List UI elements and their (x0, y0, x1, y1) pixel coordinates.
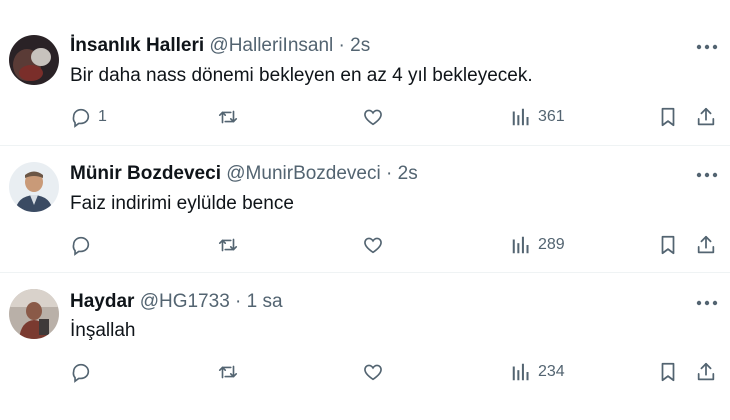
user-handle[interactable]: @MunirBozdeveci (226, 163, 380, 184)
views-icon (510, 106, 532, 128)
user-handle[interactable]: @HG1733 (140, 291, 230, 312)
views-count: 234 (538, 363, 565, 380)
views-icon (510, 361, 532, 383)
tweet[interactable]: Münir Bozdeveci @MunirBozdeveci · 2s Fai… (0, 146, 730, 272)
tweet-text: Faiz indirimi eylülde bence (70, 193, 294, 214)
tweet-header: Münir Bozdeveci @MunirBozdeveci · 2s (70, 163, 418, 185)
share-icon (695, 106, 717, 128)
display-name[interactable]: İnsanlık Halleri (70, 35, 204, 56)
more-icon[interactable] (694, 292, 720, 314)
reply-button[interactable] (70, 359, 98, 385)
reply-button[interactable] (70, 232, 98, 258)
share-button[interactable] (695, 359, 717, 385)
like-icon (362, 106, 384, 128)
reply-icon (70, 106, 92, 128)
tweet-actions: 234 (0, 359, 730, 385)
bookmark-icon (657, 106, 679, 128)
reply-icon (70, 234, 92, 256)
timestamp[interactable]: 2s (398, 163, 418, 184)
views-button[interactable]: 361 (510, 104, 565, 130)
more-icon[interactable] (694, 164, 720, 186)
views-button[interactable]: 234 (510, 359, 565, 385)
retweet-icon (217, 234, 239, 256)
separator-dot: · (235, 291, 242, 312)
avatar[interactable] (9, 35, 59, 85)
retweet-icon (217, 361, 239, 383)
share-icon (695, 361, 717, 383)
tweet[interactable]: Haydar @HG1733 · 1 sa İnşallah 234 (0, 273, 730, 420)
views-count: 361 (538, 108, 565, 125)
more-icon[interactable] (694, 36, 720, 58)
like-icon (362, 234, 384, 256)
retweet-icon (217, 106, 239, 128)
user-handle[interactable]: @HalleriInsanl (209, 35, 333, 56)
tweet-text: İnşallah (70, 320, 136, 341)
views-count: 289 (538, 236, 565, 253)
tweet-header: İnsanlık Halleri @HalleriInsanl · 2s (70, 35, 370, 57)
like-button[interactable] (362, 104, 384, 130)
display-name[interactable]: Münir Bozdeveci (70, 163, 221, 184)
bookmark-button[interactable] (657, 359, 679, 385)
tweet-feed: İnsanlık Halleri @HalleriInsanl · 2s Bir… (0, 0, 730, 420)
retweet-button[interactable] (217, 104, 239, 130)
like-button[interactable] (362, 359, 384, 385)
retweet-button[interactable] (217, 359, 239, 385)
bookmark-button[interactable] (657, 104, 679, 130)
tweet-actions: 1 361 (0, 104, 730, 130)
like-button[interactable] (362, 232, 384, 258)
bookmark-icon (657, 234, 679, 256)
avatar[interactable] (9, 289, 59, 339)
reply-button[interactable]: 1 (70, 104, 107, 130)
separator-dot: · (338, 35, 345, 56)
share-icon (695, 234, 717, 256)
tweet-actions: 289 (0, 232, 730, 258)
tweet[interactable]: İnsanlık Halleri @HalleriInsanl · 2s Bir… (0, 0, 730, 145)
bookmark-icon (657, 361, 679, 383)
share-button[interactable] (695, 104, 717, 130)
reply-icon (70, 361, 92, 383)
share-button[interactable] (695, 232, 717, 258)
like-icon (362, 361, 384, 383)
retweet-button[interactable] (217, 232, 239, 258)
display-name[interactable]: Haydar (70, 291, 134, 312)
reply-count: 1 (98, 108, 107, 125)
timestamp[interactable]: 1 sa (247, 291, 283, 312)
tweet-text: Bir daha nass dönemi bekleyen en az 4 yı… (70, 65, 533, 86)
bookmark-button[interactable] (657, 232, 679, 258)
timestamp[interactable]: 2s (350, 35, 370, 56)
views-button[interactable]: 289 (510, 232, 565, 258)
views-icon (510, 234, 532, 256)
separator-dot: · (386, 163, 393, 184)
avatar[interactable] (9, 162, 59, 212)
tweet-header: Haydar @HG1733 · 1 sa (70, 291, 283, 313)
